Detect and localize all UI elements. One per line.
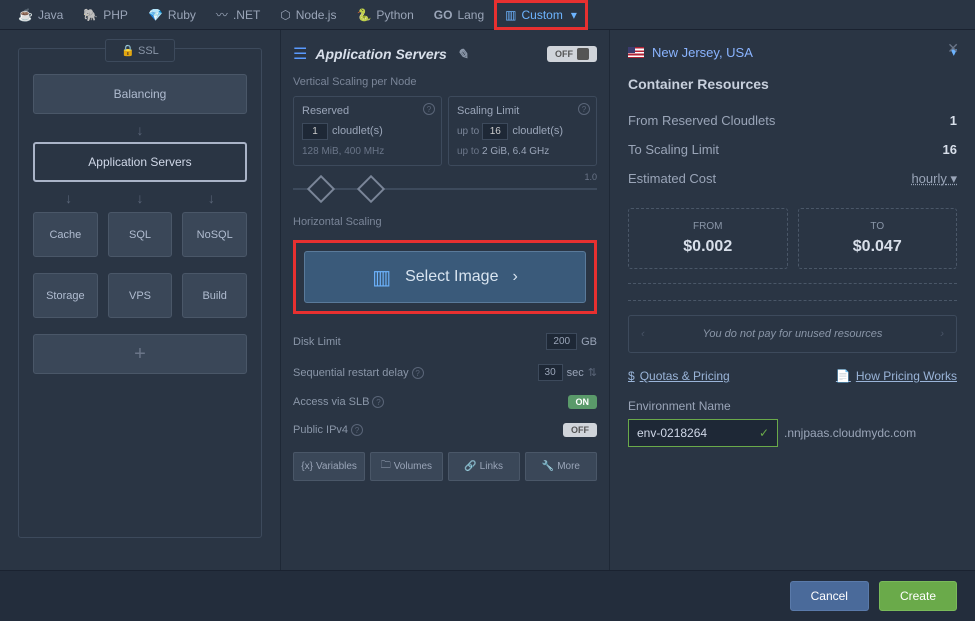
custom-icon: ▥ [505,8,516,22]
arrows-row: ↓↓↓ [33,190,247,206]
tab-ruby[interactable]: 💎Ruby [138,0,206,30]
node-toggle[interactable]: OFF [547,46,597,62]
close-icon[interactable]: ✕ [947,40,959,57]
disk-limit-input[interactable]: 200 [546,333,577,350]
ruby-icon: 💎 [148,8,163,22]
node-icon: ⬡ [280,8,290,22]
volumes-icon: 🗀 [381,458,391,475]
reserved-input[interactable] [302,123,328,140]
menu-icon[interactable]: ☰ [293,44,307,64]
ssl-badge[interactable]: 🔒 SSL [105,39,175,62]
lock-icon: 🔒 [121,45,135,57]
net-icon: 〰 [216,6,228,23]
region-selector[interactable]: New Jersey, USA ▾ [628,44,957,60]
go-icon: GO [434,8,453,22]
footer-bar: Cancel Create [0,570,975,621]
balancing-tile[interactable]: Balancing [33,74,247,114]
volumes-button[interactable]: 🗀Volumes [370,452,442,481]
quotas-link[interactable]: $Quotas & Pricing [628,369,730,383]
estimated-cost-label: Estimated Cost [628,171,716,187]
container-icon: ▥ [372,265,391,290]
topology-panel: 🔒 SSL Balancing ↓ Application Servers ↓↓… [0,30,280,570]
select-image-button[interactable]: ▥ Select Image › [304,251,586,303]
restart-delay-label: Sequential restart delay? [293,367,424,379]
cost-unit-selector[interactable]: hourly ▾ [911,171,957,187]
doc-icon: 📄 [836,369,851,383]
tab-custom[interactable]: ▥Custom▾ [494,0,588,30]
restart-delay-input[interactable]: 30 [538,364,563,381]
check-icon: ✓ [759,426,769,440]
more-button[interactable]: 🔧More [525,452,597,481]
cancel-button[interactable]: Cancel [790,581,869,611]
app-servers-tile[interactable]: Application Servers [33,142,247,182]
to-limit-value: 16 [943,142,957,157]
stepper-icon[interactable]: ⇅ [588,366,597,379]
links-button[interactable]: 🔗Links [448,452,520,481]
env-name-input[interactable]: env-0218264✓ [628,419,778,447]
variables-button[interactable]: {x}Variables [293,452,365,481]
slb-toggle[interactable]: ON [568,395,598,409]
config-panel: ☰ Application Servers ✎ OFF Vertical Sca… [280,30,610,570]
java-icon: ☕ [18,8,33,22]
ipv4-toggle[interactable]: OFF [563,423,597,437]
chevron-right-icon: › [512,268,517,286]
variables-icon: {x} [301,461,313,472]
arrow-down-icon: ↓ [33,122,247,138]
flag-icon [628,47,644,58]
chevron-right-icon[interactable]: › [940,328,944,340]
tab-go[interactable]: GOLang [424,0,494,30]
domain-suffix: .nnjpaas.cloudmydc.com [784,426,916,440]
link-icon: 🔗 [464,461,476,472]
tab-java[interactable]: ☕Java [8,0,73,30]
disk-limit-label: Disk Limit [293,336,341,348]
tab-php[interactable]: 🐘PHP [73,0,138,30]
tab-python[interactable]: 🐍Python [346,0,423,30]
price-from-box: FROM$0.002 [628,208,788,269]
to-limit-label: To Scaling Limit [628,142,719,157]
resources-panel: ✕ New Jersey, USA ▾ Container Resources … [610,30,975,570]
vertical-scaling-label: Vertical Scaling per Node [293,76,597,88]
from-reserved-label: From Reserved Cloudlets [628,113,775,128]
help-icon[interactable]: ? [578,103,590,115]
reserved-box: Reserved ? cloudlet(s) 128 MiB, 400 MHz [293,96,442,166]
usage-bar [628,283,957,301]
resources-title: Container Resources [628,76,957,92]
from-reserved-value: 1 [950,113,957,128]
help-icon[interactable]: ? [351,424,363,436]
edit-icon[interactable]: ✎ [457,46,469,62]
limit-input[interactable] [482,123,508,140]
chevron-left-icon[interactable]: ‹ [641,328,645,340]
config-title: Application Servers ✎ [315,46,547,63]
limit-box: Scaling Limit ? up to cloudlet(s) up to … [448,96,597,166]
build-tile[interactable]: Build [182,273,247,318]
help-icon[interactable]: ? [412,367,424,379]
sql-tile[interactable]: SQL [108,212,173,257]
env-name-label: Environment Name [628,399,957,413]
horizontal-scaling-label: Horizontal Scaling [293,216,597,228]
vps-tile[interactable]: VPS [108,273,173,318]
no-pay-notice: ‹ You do not pay for unused resources › [628,315,957,353]
how-pricing-link[interactable]: 📄How Pricing Works [836,369,957,383]
dollar-icon: $ [628,369,635,383]
nosql-tile[interactable]: NoSQL [182,212,247,257]
ipv4-label: Public IPv4? [293,424,363,436]
price-to-box: TO$0.047 [798,208,958,269]
storage-tile[interactable]: Storage [33,273,98,318]
language-tabs: ☕Java 🐘PHP 💎Ruby 〰.NET ⬡Node.js 🐍Python … [0,0,975,30]
tab-net[interactable]: 〰.NET [206,0,270,30]
chevron-down-icon: ▾ [571,8,577,22]
python-icon: 🐍 [356,8,371,22]
tab-node[interactable]: ⬡Node.js [270,0,346,30]
create-button[interactable]: Create [879,581,957,611]
wrench-icon: 🔧 [542,461,554,472]
cloudlet-slider[interactable]: 1.0 [293,176,597,202]
add-node-button[interactable]: + [33,334,247,374]
slb-label: Access via SLB? [293,396,384,408]
cache-tile[interactable]: Cache [33,212,98,257]
help-icon[interactable]: ? [423,103,435,115]
php-icon: 🐘 [83,8,98,22]
help-icon[interactable]: ? [372,396,384,408]
